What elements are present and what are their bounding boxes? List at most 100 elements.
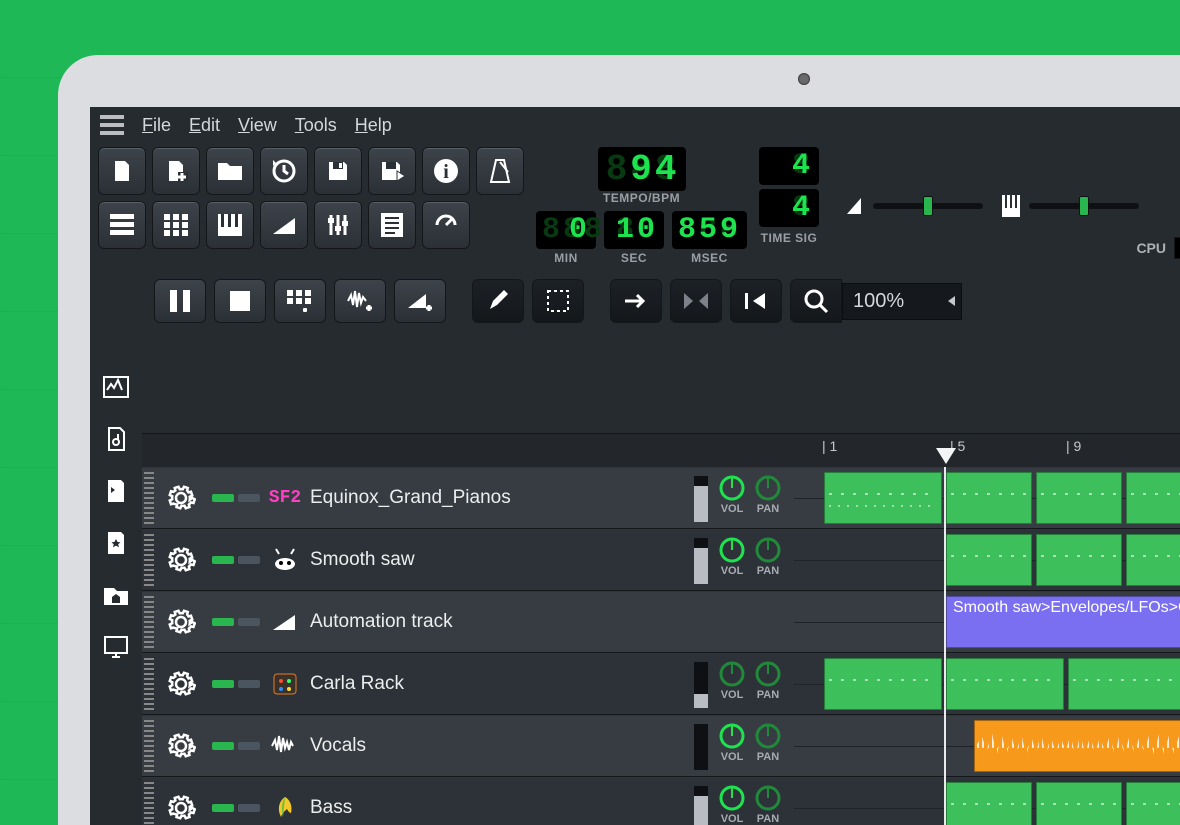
controller-button[interactable] — [422, 201, 470, 249]
tempo-display[interactable]: 88894 TEMPO/BPM 8880MIN 8810SEC 888859MS… — [536, 147, 747, 265]
solo-led[interactable] — [238, 494, 260, 502]
track-row[interactable]: Bass VOL PAN — [142, 777, 1180, 825]
track-name[interactable]: Carla Rack — [310, 673, 404, 695]
track-row[interactable]: Vocals VOL PAN — [142, 715, 1180, 777]
track-name[interactable]: Automation track — [310, 611, 453, 633]
solo-led[interactable] — [238, 742, 260, 750]
track-row[interactable]: SF2 Equinox_Grand_Pianos VOL PAN variat — [142, 467, 1180, 529]
metronome-button[interactable] — [476, 147, 524, 195]
mute-led[interactable] — [212, 804, 234, 812]
midi-clip[interactable] — [946, 472, 1032, 524]
gear-icon[interactable] — [166, 793, 196, 823]
draw-mode-button[interactable] — [472, 279, 524, 323]
mute-led[interactable] — [212, 494, 234, 502]
track-name[interactable]: Bass — [310, 797, 352, 819]
automation-editor-button[interactable] — [260, 201, 308, 249]
pan-knob[interactable]: PAN — [754, 660, 782, 701]
sidebar-presets-icon[interactable] — [102, 477, 130, 505]
select-mode-button[interactable] — [532, 279, 584, 323]
piano-roll-button[interactable] — [206, 201, 254, 249]
drag-handle-icon[interactable] — [144, 596, 154, 648]
midi-clip[interactable] — [946, 782, 1032, 825]
mute-led[interactable] — [212, 680, 234, 688]
track-row[interactable]: Carla Rack VOL PAN variat — [142, 653, 1180, 715]
volume-knob[interactable]: VOL — [718, 660, 746, 701]
song-editor-button[interactable] — [98, 201, 146, 249]
track-name[interactable]: Smooth saw — [310, 549, 415, 571]
midi-clip[interactable] — [1126, 534, 1180, 586]
master-volume-slider[interactable] — [845, 194, 983, 218]
bb-editor-button[interactable] — [152, 201, 200, 249]
pause-button[interactable] — [154, 279, 206, 323]
drag-handle-icon[interactable] — [144, 534, 154, 586]
pan-knob[interactable]: PAN — [754, 536, 782, 577]
gear-icon[interactable] — [166, 731, 196, 761]
sidebar-samples-icon[interactable] — [102, 425, 130, 453]
pan-knob[interactable]: PAN — [754, 722, 782, 763]
midi-clip[interactable] — [1068, 658, 1180, 710]
master-pitch-slider[interactable] — [1001, 194, 1139, 218]
midi-clip[interactable] — [1036, 534, 1122, 586]
new-project-button[interactable] — [98, 147, 146, 195]
add-automation-track-button[interactable] — [394, 279, 446, 323]
solo-led[interactable] — [238, 556, 260, 564]
new-from-template-button[interactable] — [152, 147, 200, 195]
track-row[interactable]: Automation track Smooth saw>Envelopes/LF… — [142, 591, 1180, 653]
drag-handle-icon[interactable] — [144, 472, 154, 524]
sidebar-instruments-icon[interactable] — [102, 373, 130, 401]
solo-led[interactable] — [238, 804, 260, 812]
forward-button[interactable] — [610, 279, 662, 323]
time-signature[interactable]: 84 84 TIME SIG — [759, 147, 819, 265]
midi-clip[interactable] — [824, 658, 942, 710]
timeline-ruler[interactable]: 1 5 9 13 — [142, 433, 1180, 467]
track-name[interactable]: Vocals — [310, 735, 366, 757]
midi-clip[interactable] — [1036, 782, 1122, 825]
mute-led[interactable] — [212, 742, 234, 750]
solo-led[interactable] — [238, 680, 260, 688]
midi-clip[interactable] — [1126, 472, 1180, 524]
audio-clip[interactable] — [974, 720, 1180, 772]
menu-file[interactable]: File — [142, 115, 171, 136]
midi-clip[interactable] — [824, 472, 942, 524]
pan-knob[interactable]: PAN — [754, 474, 782, 515]
menu-help[interactable]: Help — [355, 115, 392, 136]
pan-knob[interactable]: PAN — [754, 784, 782, 825]
open-button[interactable] — [206, 147, 254, 195]
sidebar-favorites-icon[interactable] — [102, 529, 130, 557]
record-bb-button[interactable] — [274, 279, 326, 323]
menu-edit[interactable]: Edit — [189, 115, 220, 136]
drag-handle-icon[interactable] — [144, 658, 154, 710]
zoom-field[interactable]: 100% — [842, 283, 962, 320]
info-button[interactable]: i — [422, 147, 470, 195]
sidebar-home-icon[interactable] — [102, 581, 130, 609]
playhead-line[interactable] — [944, 467, 946, 825]
volume-knob[interactable]: VOL — [718, 722, 746, 763]
gear-icon[interactable] — [166, 545, 196, 575]
add-sample-track-button[interactable] — [334, 279, 386, 323]
volume-knob[interactable]: VOL — [718, 784, 746, 825]
loop-points-button[interactable] — [670, 279, 722, 323]
midi-clip[interactable] — [946, 534, 1032, 586]
menu-view[interactable]: View — [238, 115, 277, 136]
notes-button[interactable] — [368, 201, 416, 249]
mute-led[interactable] — [212, 556, 234, 564]
track-row[interactable]: Smooth saw VOL PAN — [142, 529, 1180, 591]
volume-knob[interactable]: VOL — [718, 474, 746, 515]
menu-tools[interactable]: Tools — [295, 115, 337, 136]
solo-led[interactable] — [238, 618, 260, 626]
recent-button[interactable] — [260, 147, 308, 195]
track-name[interactable]: Equinox_Grand_Pianos — [310, 487, 511, 509]
gear-icon[interactable] — [166, 669, 196, 699]
mixer-button[interactable] — [314, 201, 362, 249]
midi-clip[interactable] — [1036, 472, 1122, 524]
gear-icon[interactable] — [166, 483, 196, 513]
sidebar-computer-icon[interactable] — [102, 633, 130, 661]
gear-icon[interactable] — [166, 607, 196, 637]
skip-start-button[interactable] — [730, 279, 782, 323]
volume-knob[interactable]: VOL — [718, 536, 746, 577]
save-button[interactable] — [314, 147, 362, 195]
mute-led[interactable] — [212, 618, 234, 626]
export-button[interactable] — [368, 147, 416, 195]
midi-clip[interactable] — [1126, 782, 1180, 825]
playhead-marker-icon[interactable] — [936, 448, 956, 464]
